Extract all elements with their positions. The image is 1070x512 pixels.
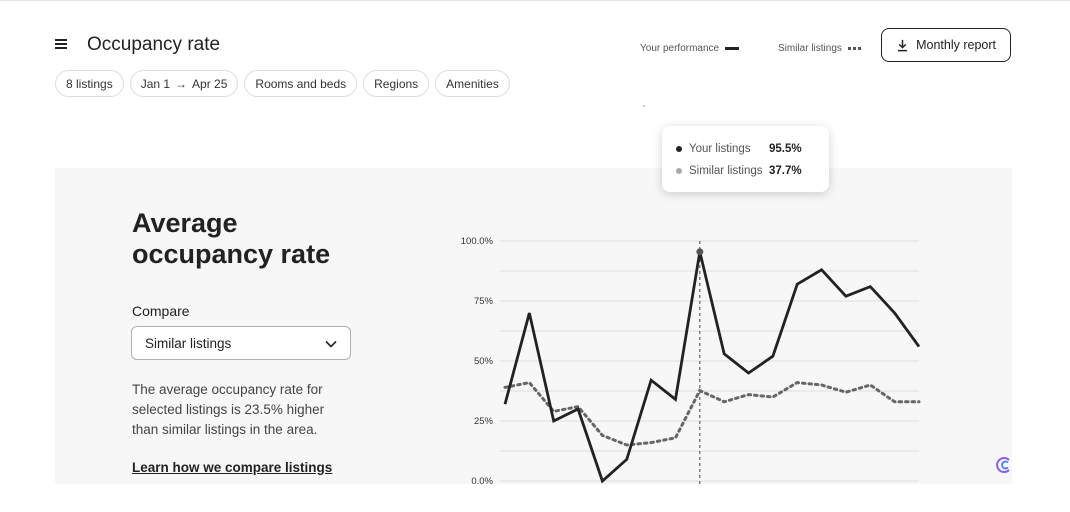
menu-icon[interactable] xyxy=(55,39,67,49)
y-tick-label: 0.0% xyxy=(471,476,493,484)
monthly-report-label: Monthly report xyxy=(916,38,996,52)
occupancy-chart-svg: 100.0% 75% 50% 25% 0.0% xyxy=(461,236,921,484)
tooltip-your-label: Your listings xyxy=(689,143,751,155)
y-tick-label: 100.0% xyxy=(461,236,494,247)
filter-regions[interactable]: Regions xyxy=(363,70,430,97)
tooltip-dot-your xyxy=(676,146,682,152)
tooltip-similar-value: 37.7% xyxy=(769,165,802,177)
compare-label: Compare xyxy=(132,303,190,319)
panel-title: Average occupancy rate xyxy=(132,208,331,269)
filter-listings-label: 8 listings xyxy=(66,76,113,91)
compare-select-value: Similar listings xyxy=(145,335,232,351)
arrow-right-icon: → xyxy=(175,76,188,91)
y-tick-label: 50% xyxy=(474,356,494,367)
top-border xyxy=(0,0,1070,1)
series-performance-line xyxy=(503,251,921,484)
monthly-report-button[interactable]: Monthly report xyxy=(881,28,1011,62)
tooltip-row-your: Your listings 95.5% xyxy=(676,138,829,160)
filter-bar: 8 listings Jan 1 → Apr 25 Rooms and beds… xyxy=(55,70,510,97)
filter-amenities-label: Amenities xyxy=(446,76,499,91)
legend-solid-swatch xyxy=(725,47,740,50)
legend-dotted-swatch xyxy=(847,47,861,50)
legend-similar-label: Similar listings xyxy=(778,43,842,54)
y-tick-label: 25% xyxy=(474,416,494,427)
filter-date-range[interactable]: Jan 1 → Apr 25 xyxy=(129,70,239,97)
tooltip-your-value: 95.5% xyxy=(769,143,802,155)
date-from: Jan 1 xyxy=(140,76,171,91)
y-tick-label: 75% xyxy=(474,296,494,307)
compare-select[interactable]: Similar listings xyxy=(131,326,351,360)
tooltip-row-similar: Similar listings 37.7% xyxy=(676,160,829,182)
legend-similar: Similar listings xyxy=(778,43,861,54)
tooltip-dot-similar xyxy=(676,168,682,174)
filter-rooms-label: Rooms and beds xyxy=(255,76,347,91)
occupancy-panel: Average occupancy rate Compare Similar l… xyxy=(55,168,1012,484)
page-title: Occupancy rate xyxy=(87,34,221,55)
occupancy-chart: 100.0% 75% 50% 25% 0.0% xyxy=(455,198,955,484)
filter-listings[interactable]: 8 listings xyxy=(55,70,124,97)
legend-performance-label: Your performance xyxy=(640,43,720,54)
tooltip-similar-label: Similar listings xyxy=(689,165,763,177)
chart-tooltip: Your listings 95.5% Similar listings 37.… xyxy=(662,126,829,192)
chevron-down-icon xyxy=(325,340,337,348)
page-header: Occupancy rate Monthly report xyxy=(55,28,1011,64)
filter-amenities[interactable]: Amenities xyxy=(435,70,510,97)
panel-description: The average occupancy rate for selected … xyxy=(132,382,325,437)
filter-rooms-and-beds[interactable]: Rooms and beds xyxy=(244,70,358,97)
loading-indicator xyxy=(643,105,645,107)
filter-regions-label: Regions xyxy=(374,76,419,91)
highlight-dot xyxy=(696,248,704,256)
legend-performance: Your performance xyxy=(640,43,740,54)
download-icon xyxy=(897,39,908,51)
date-to: Apr 25 xyxy=(192,76,228,91)
assistant-icon[interactable] xyxy=(996,456,1014,474)
learn-compare-link[interactable]: Learn how we compare listings xyxy=(132,460,332,475)
